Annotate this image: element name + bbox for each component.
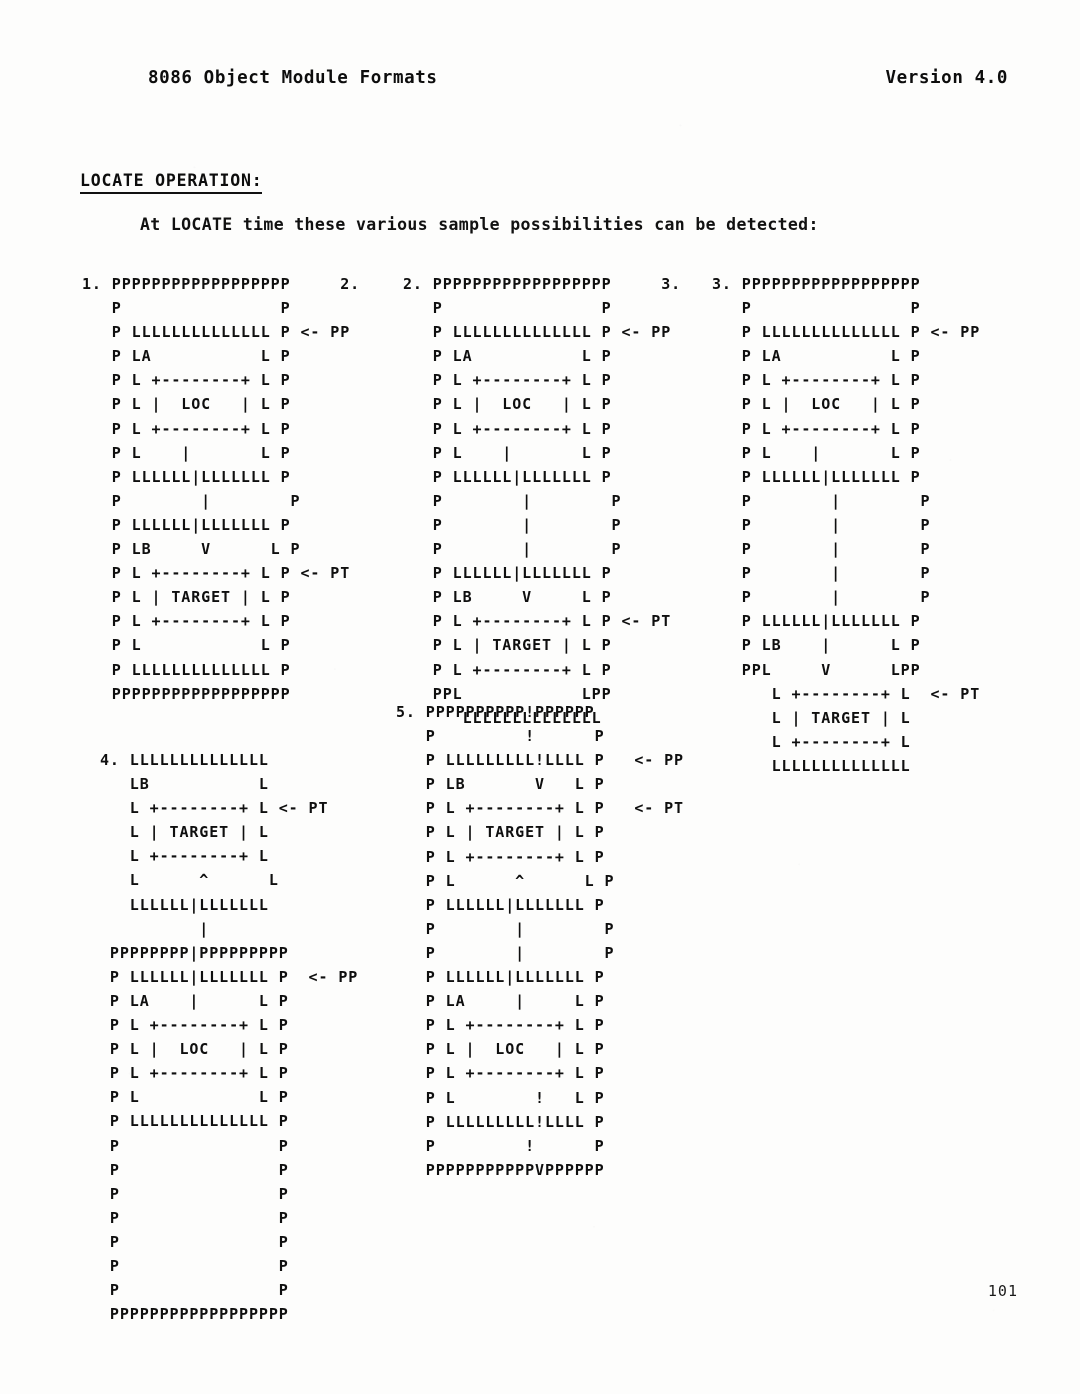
section-heading: LOCATE OPERATION:	[80, 171, 263, 194]
page-number: 101	[987, 1282, 1018, 1300]
ascii-figure-1: 1. PPPPPPPPPPPPPPPPPP 2. P P P LLLLLLLLL…	[82, 275, 361, 703]
running-head-version: Version 4.0	[885, 68, 1008, 88]
ascii-figure-3: 3. PPPPPPPPPPPPPPPPPP P P P LLLLLLLLLLLL…	[712, 275, 981, 775]
ascii-figure-4: 4. LLLLLLLLLLLLLL LB L L +--------+ L <-…	[100, 751, 359, 1324]
ascii-figure-5: 5. PPPPPPPPPP!PPPPPP P ! P P LLLLLLLLL!L…	[396, 703, 684, 1179]
running-head: 8086 Object Module Formats Version 4.0	[148, 68, 1020, 88]
document-page: 8086 Object Module Formats Version 4.0 L…	[0, 0, 1080, 1394]
running-head-title: 8086 Object Module Formats	[148, 68, 438, 88]
section-intro-text: At LOCATE time these various sample poss…	[140, 215, 819, 234]
ascii-figure-2: 2. PPPPPPPPPPPPPPPPPP 3. P P P LLLLLLLLL…	[403, 275, 682, 727]
